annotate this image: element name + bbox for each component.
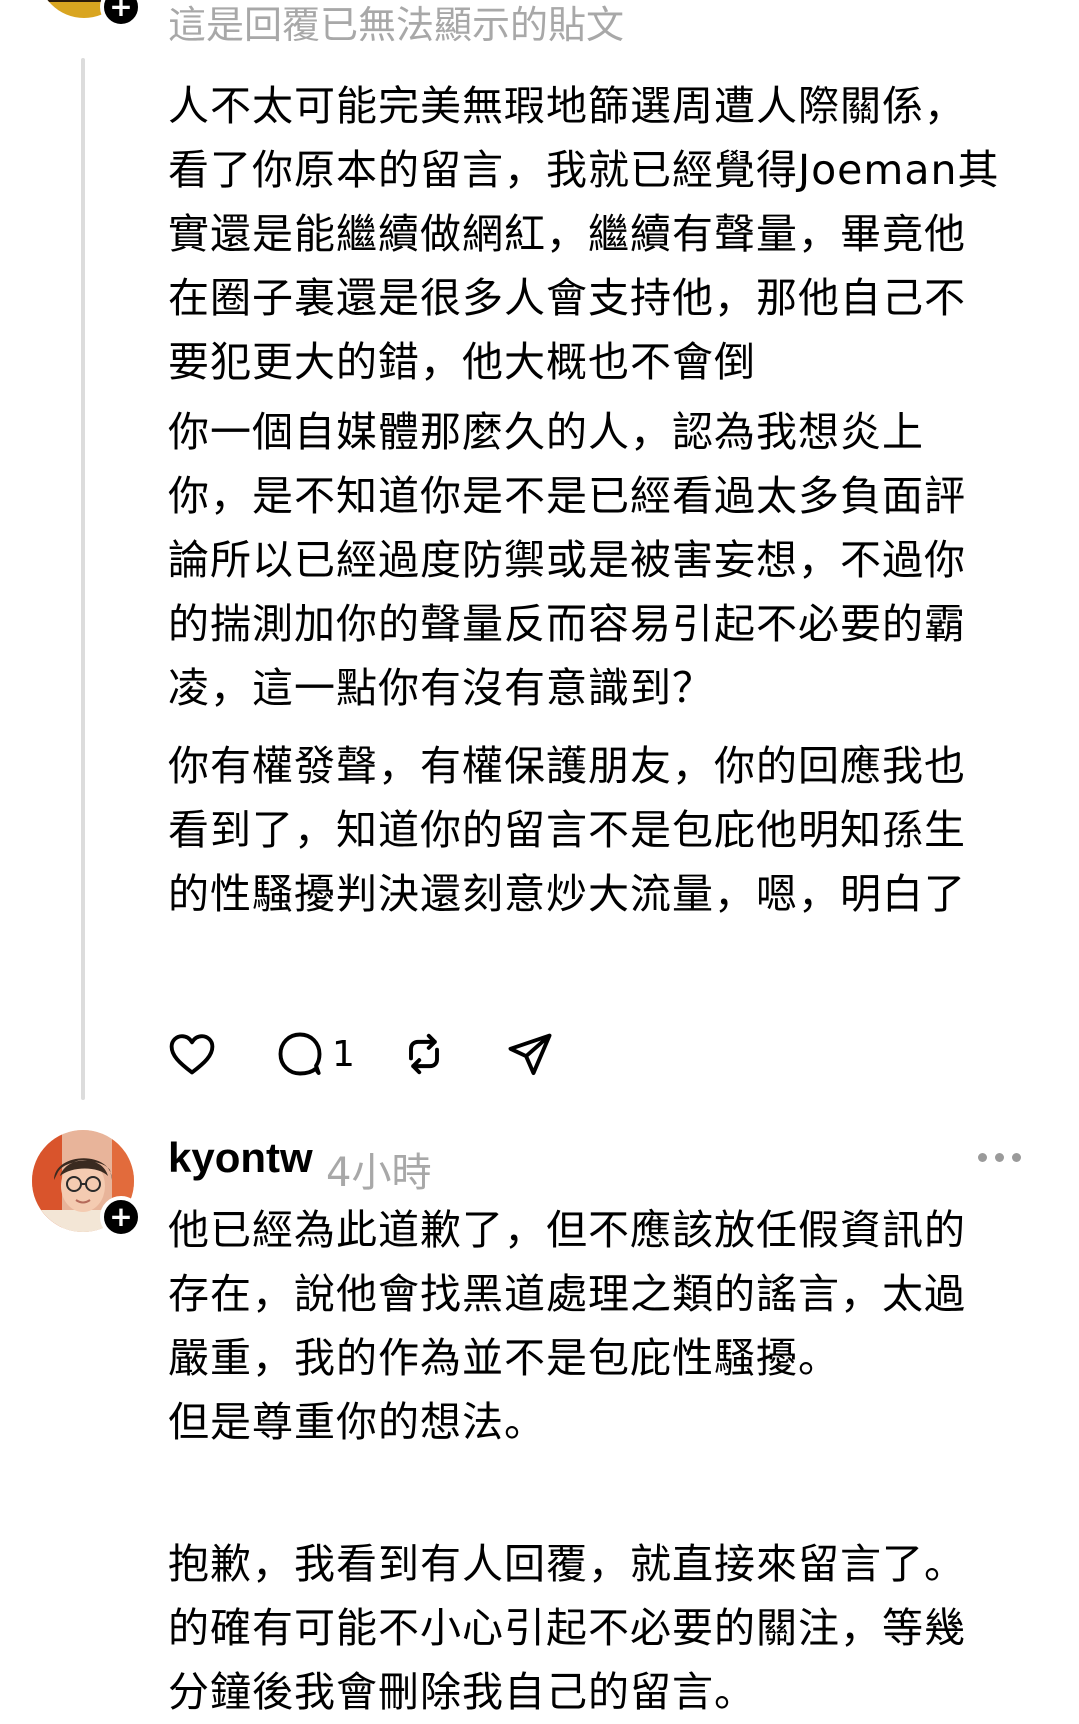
username[interactable]: kyontw [168,1134,313,1182]
comment-paragraph-3: 你有權發聲，有權保護朋友，你的回應我也 看到了，知道你的留言不是包庇他明知孫生 … [168,742,966,918]
repost-button[interactable] [398,1026,450,1082]
thread-line [81,58,85,1100]
hidden-post-note: 這是回覆已無法顯示的貼文 [168,3,625,47]
share-button[interactable] [504,1026,556,1082]
follow-plus-icon[interactable]: + [100,1196,142,1238]
send-icon [508,1033,552,1076]
heart-icon [169,1034,215,1075]
reply-paragraph-2: 抱歉，我看到有人回覆，就直接來留言了。 的確有可能不小心引起不必要的關注，等幾 … [168,1540,966,1716]
reply-button[interactable]: 1 [274,1026,355,1082]
comment-icon [278,1032,322,1076]
repost-icon [409,1033,439,1075]
reply-paragraph-1: 他已經為此道歉了，但不應該放任假資訊的 存在，說他會找黑道處理之類的謠言，太過 … [168,1206,966,1446]
more-dots-icon[interactable] [978,1150,1022,1164]
comment-action-bar: 1 [166,1026,606,1082]
follow-plus-icon[interactable]: + [100,0,142,28]
like-button[interactable] [166,1026,218,1082]
comment-paragraph-2: 你一個自媒體那麼久的人，認為我想炎上 你，是不知道你是不是已經看過太多負面評 論… [168,408,966,712]
reply-count: 1 [332,1033,355,1075]
comment-paragraph-1: 人不太可能完美無瑕地篩選周遭人際關係， 看了你原本的留言，我就已經覺得Joema… [168,82,1000,386]
timestamp: 4小時 [326,1150,432,1196]
